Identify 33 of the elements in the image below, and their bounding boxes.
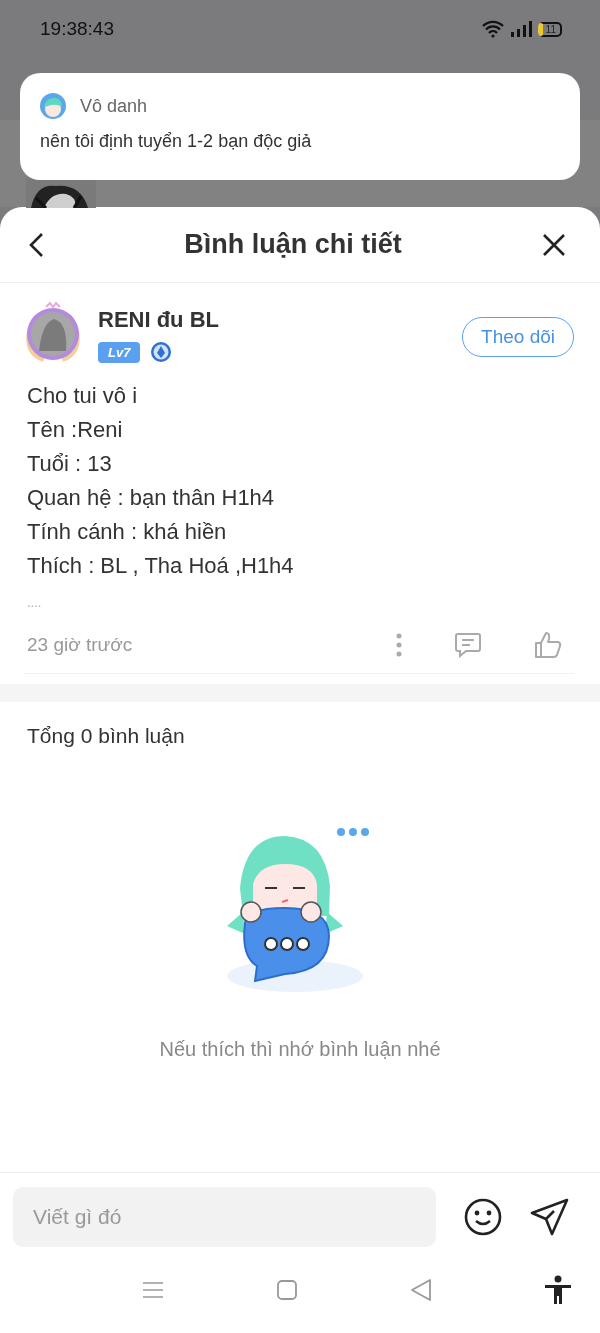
menu-icon[interactable]	[142, 1280, 164, 1300]
author-name: RENI đu BL	[98, 307, 220, 333]
notification-card[interactable]: Vô danh nên tôi định tuyển 1-2 bạn độc giả	[20, 73, 580, 180]
page-title: Bình luận chi tiết	[184, 229, 402, 260]
status-time: 19:38:43	[40, 18, 114, 40]
close-icon[interactable]	[542, 232, 566, 257]
notification-message: nên tôi định tuyển 1-2 bạn độc giả	[40, 131, 313, 152]
back-icon[interactable]	[28, 231, 44, 258]
home-icon[interactable]	[276, 1279, 298, 1301]
comment-input[interactable]: Viết gì đó	[13, 1187, 436, 1247]
level-badge: Lv7	[98, 341, 141, 363]
post-text-line: Tuổi : 13	[27, 450, 113, 478]
post-text-line: Quan hệ : bạn thân H1h4	[27, 484, 276, 512]
emoji-icon[interactable]	[464, 1198, 502, 1236]
wifi-icon	[481, 20, 504, 38]
more-icon[interactable]	[396, 633, 402, 657]
battery-icon: 11	[537, 21, 562, 37]
accessibility-icon[interactable]	[544, 1275, 572, 1305]
comment-icon[interactable]	[454, 632, 482, 658]
signal-icon	[509, 20, 532, 38]
post-text-line: Thích : BL , Tha Hoá ,H1h4	[27, 552, 295, 580]
send-icon[interactable]	[530, 1198, 570, 1236]
avatar-icon	[40, 93, 66, 119]
post-text-line: Cho tui vô i	[27, 382, 139, 410]
post-text-line: Tính cánh : khá hiền	[27, 518, 228, 546]
notification-sender: Vô danh	[80, 95, 148, 117]
post-more-text: ....	[27, 594, 43, 612]
post-time: 23 giờ trước	[27, 634, 134, 656]
like-icon[interactable]	[534, 631, 562, 659]
avatar-icon	[24, 301, 82, 363]
empty-message: Nếu thích thì nhớ bình luận nhé	[159, 1038, 441, 1061]
comment-count: Tổng 0 bình luận	[27, 724, 186, 748]
post-text-line: Tên :Reni	[27, 416, 124, 444]
